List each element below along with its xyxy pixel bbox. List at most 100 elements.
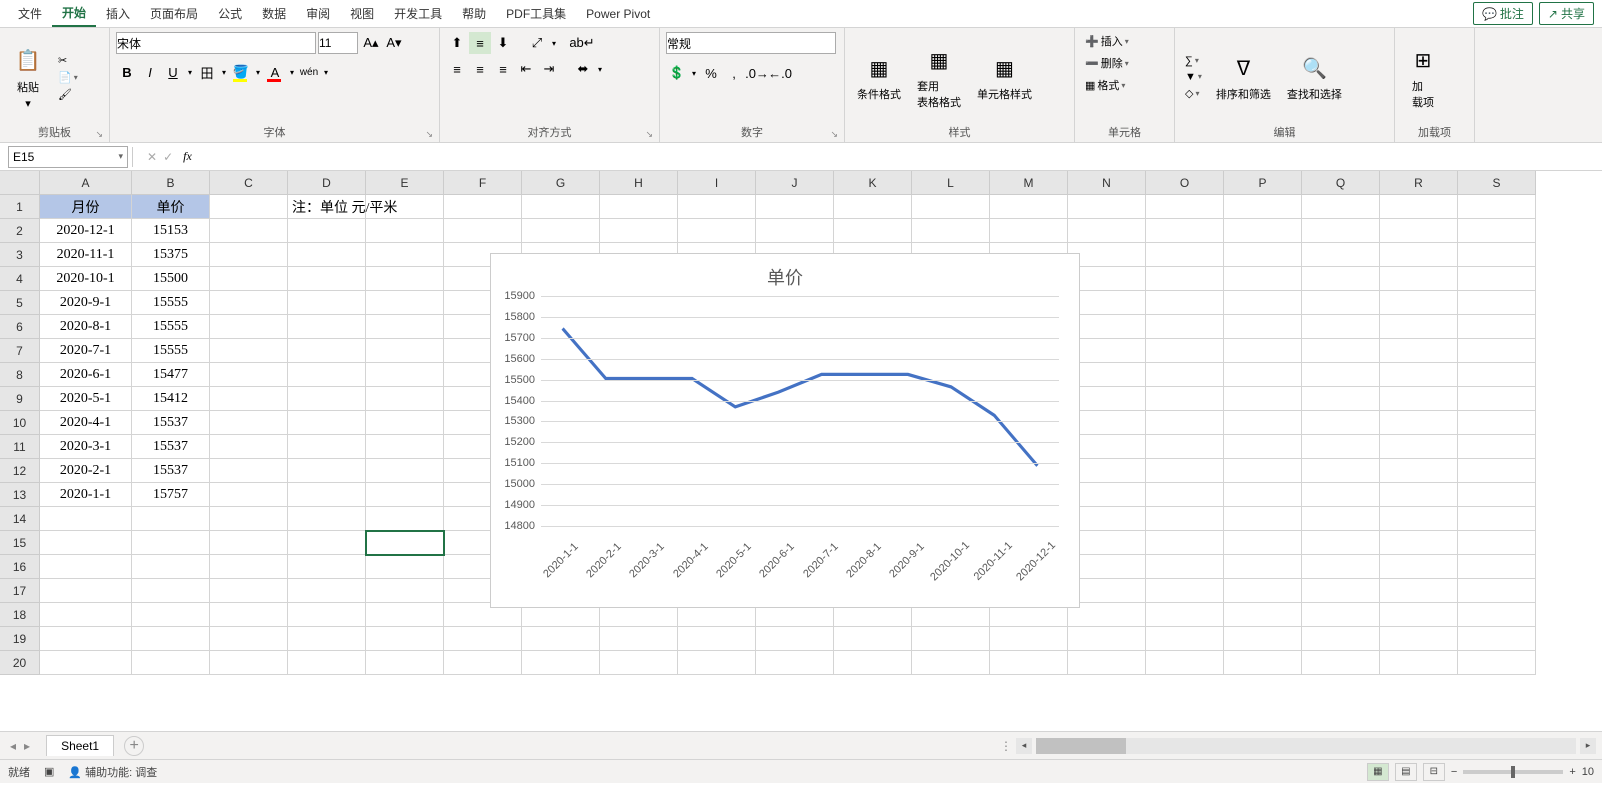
accept-formula-button[interactable]: ✓	[163, 150, 173, 164]
cell-R12[interactable]	[1380, 459, 1458, 483]
cell-G1[interactable]	[522, 195, 600, 219]
formula-input[interactable]	[198, 146, 1602, 168]
cell-C10[interactable]	[210, 411, 288, 435]
share-button[interactable]: ↗共享	[1539, 2, 1594, 25]
cell-P7[interactable]	[1224, 339, 1302, 363]
cell-H19[interactable]	[600, 627, 678, 651]
menu-layout[interactable]: 页面布局	[140, 1, 208, 26]
paste-button[interactable]: 📋粘贴▾	[6, 43, 50, 112]
cell-S1[interactable]	[1458, 195, 1536, 219]
cell-F20[interactable]	[444, 651, 522, 675]
menu-powerpivot[interactable]: Power Pivot	[576, 3, 660, 25]
font-size-select[interactable]	[318, 32, 358, 54]
cell-L2[interactable]	[912, 219, 990, 243]
row-header-6[interactable]: 6	[0, 315, 40, 339]
cell-Q2[interactable]	[1302, 219, 1380, 243]
cell-Q17[interactable]	[1302, 579, 1380, 603]
menu-insert[interactable]: 插入	[96, 1, 140, 26]
cell-O11[interactable]	[1146, 435, 1224, 459]
cell-J2[interactable]	[756, 219, 834, 243]
cell-A16[interactable]	[40, 555, 132, 579]
zoom-slider[interactable]	[1463, 770, 1563, 774]
cell-L1[interactable]	[912, 195, 990, 219]
col-header-J[interactable]: J	[756, 171, 834, 195]
cell-O18[interactable]	[1146, 603, 1224, 627]
cell-S19[interactable]	[1458, 627, 1536, 651]
col-header-O[interactable]: O	[1146, 171, 1224, 195]
macro-record-icon[interactable]: ▣	[44, 765, 54, 778]
col-header-H[interactable]: H	[600, 171, 678, 195]
col-header-D[interactable]: D	[288, 171, 366, 195]
cell-E4[interactable]	[366, 267, 444, 291]
cell-C14[interactable]	[210, 507, 288, 531]
cell-N2[interactable]	[1068, 219, 1146, 243]
cell-S8[interactable]	[1458, 363, 1536, 387]
cell-R13[interactable]	[1380, 483, 1458, 507]
cell-D16[interactable]	[288, 555, 366, 579]
cell-E5[interactable]	[366, 291, 444, 315]
cell-S9[interactable]	[1458, 387, 1536, 411]
row-header-10[interactable]: 10	[0, 411, 40, 435]
cell-C16[interactable]	[210, 555, 288, 579]
col-header-M[interactable]: M	[990, 171, 1068, 195]
row-header-14[interactable]: 14	[0, 507, 40, 531]
accessibility-status[interactable]: 👤 辅助功能: 调查	[68, 764, 157, 780]
cell-O10[interactable]	[1146, 411, 1224, 435]
cell-C9[interactable]	[210, 387, 288, 411]
menu-dev[interactable]: 开发工具	[384, 1, 452, 26]
cell-S4[interactable]	[1458, 267, 1536, 291]
cell-R16[interactable]	[1380, 555, 1458, 579]
sheet-tab-1[interactable]: Sheet1	[46, 735, 114, 756]
align-bottom-button[interactable]: ⬇	[492, 32, 514, 54]
cell-Q15[interactable]	[1302, 531, 1380, 555]
cell-P9[interactable]	[1224, 387, 1302, 411]
cell-B10[interactable]: 15537	[132, 411, 210, 435]
cell-E7[interactable]	[366, 339, 444, 363]
cell-K2[interactable]	[834, 219, 912, 243]
page-layout-view-button[interactable]: ▤	[1395, 763, 1417, 781]
cell-D2[interactable]	[288, 219, 366, 243]
cell-C13[interactable]	[210, 483, 288, 507]
cell-C1[interactable]	[210, 195, 288, 219]
row-header-16[interactable]: 16	[0, 555, 40, 579]
cell-G2[interactable]	[522, 219, 600, 243]
cell-P1[interactable]	[1224, 195, 1302, 219]
cell-P5[interactable]	[1224, 291, 1302, 315]
zoom-out-button[interactable]: −	[1451, 766, 1457, 778]
cell-S18[interactable]	[1458, 603, 1536, 627]
cell-B5[interactable]: 15555	[132, 291, 210, 315]
cell-A14[interactable]	[40, 507, 132, 531]
fill-color-button[interactable]: 🪣	[230, 61, 252, 83]
cell-R5[interactable]	[1380, 291, 1458, 315]
cell-F19[interactable]	[444, 627, 522, 651]
cell-B4[interactable]: 15500	[132, 267, 210, 291]
row-header-17[interactable]: 17	[0, 579, 40, 603]
cell-D1[interactable]: 注：单位 元/平米	[288, 195, 444, 219]
cell-Q8[interactable]	[1302, 363, 1380, 387]
row-header-8[interactable]: 8	[0, 363, 40, 387]
menu-pdf[interactable]: PDF工具集	[496, 1, 576, 26]
cell-S3[interactable]	[1458, 243, 1536, 267]
cell-D5[interactable]	[288, 291, 366, 315]
spreadsheet-grid[interactable]: ABCDEFGHIJKLMNOPQRS 12345678910111213141…	[0, 171, 1602, 731]
border-button[interactable]: 田	[196, 61, 218, 83]
cell-A13[interactable]: 2020-1-1	[40, 483, 132, 507]
cell-B11[interactable]: 15537	[132, 435, 210, 459]
sheet-nav-next[interactable]: ▸	[24, 739, 30, 753]
percent-button[interactable]: %	[700, 62, 722, 84]
menu-view[interactable]: 视图	[340, 1, 384, 26]
cell-Q4[interactable]	[1302, 267, 1380, 291]
add-sheet-button[interactable]: +	[124, 736, 144, 756]
cell-N1[interactable]	[1068, 195, 1146, 219]
cell-R20[interactable]	[1380, 651, 1458, 675]
cell-R15[interactable]	[1380, 531, 1458, 555]
copy-button[interactable]: 📄▾	[54, 70, 82, 85]
align-right-button[interactable]: ≡	[492, 58, 514, 80]
wrap-text-button[interactable]: ab↵	[571, 32, 593, 54]
cell-S17[interactable]	[1458, 579, 1536, 603]
cell-B19[interactable]	[132, 627, 210, 651]
cell-F2[interactable]	[444, 219, 522, 243]
menu-data[interactable]: 数据	[252, 1, 296, 26]
cell-B9[interactable]: 15412	[132, 387, 210, 411]
cell-D9[interactable]	[288, 387, 366, 411]
